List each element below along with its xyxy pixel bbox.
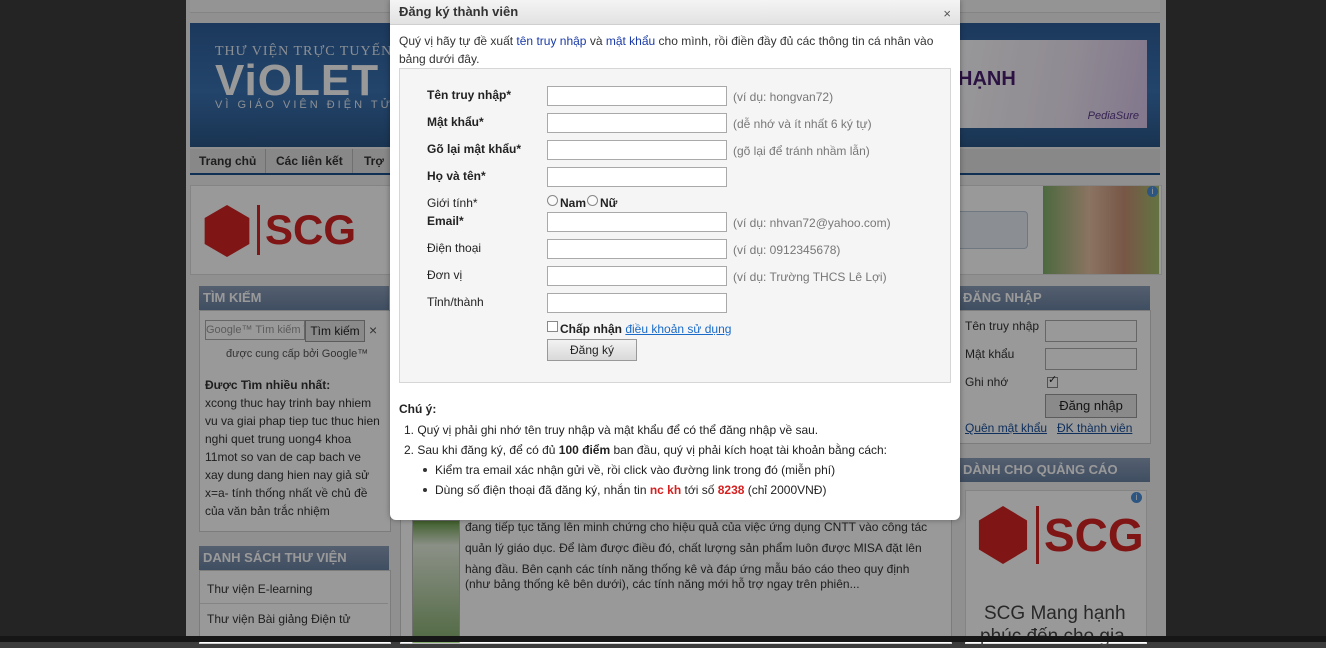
username-hint: (ví dụ: hongvan72) xyxy=(733,90,834,104)
password-hint: (dễ nhớ và ít nhất 6 ký tự) xyxy=(733,117,872,131)
dialog-intro: Quý vị hãy tự đề xuất tên truy nhập và m… xyxy=(399,32,949,68)
register-form: Tên truy nhập* (ví dụ: hongvan72) Mật kh… xyxy=(399,68,951,383)
password-field[interactable] xyxy=(547,113,727,133)
intro-text: Quý vị hãy tự đề xuất xyxy=(399,34,517,48)
sms-code: nc kh xyxy=(649,483,682,497)
notes-title: Chú ý: xyxy=(399,402,437,416)
gender-female-radio[interactable] xyxy=(587,195,598,206)
register-submit-button[interactable]: Đăng ký xyxy=(547,339,637,361)
fullname-field[interactable] xyxy=(547,167,727,187)
gender-female-label: Nữ xyxy=(600,196,618,210)
note-points: 100 điểm xyxy=(558,443,611,457)
username-field[interactable] xyxy=(547,86,727,106)
password-confirm-label: Gõ lại mật khẩu* xyxy=(427,142,522,156)
intro-text: và xyxy=(586,34,606,48)
note-sub-1: Kiểm tra email xác nhận gửi về, rồi clic… xyxy=(435,463,836,477)
agree-terms: Chấp nhận điều khoản sử dụng xyxy=(560,322,731,336)
username-label: Tên truy nhập* xyxy=(427,88,512,102)
username-link[interactable]: tên truy nhập xyxy=(516,34,586,48)
bullet-icon xyxy=(423,488,427,492)
unit-field[interactable] xyxy=(547,266,727,286)
note-item-2-text: ban đầu, quý vị phải kích hoạt tài khoản… xyxy=(610,443,888,457)
province-label: Tỉnh/thành xyxy=(427,295,484,309)
province-field[interactable] xyxy=(547,293,727,313)
sms-number: 8238 xyxy=(717,483,745,497)
fullname-label: Họ và tên* xyxy=(427,169,486,183)
intro-text: bảng dưới đây. xyxy=(399,52,480,66)
note-sub-2: Dùng số điện thoại đã đăng ký, nhắn tin … xyxy=(435,480,826,500)
note-sub-2-text: tới số xyxy=(681,483,718,497)
register-dialog: Đăng ký thành viên × Quý vị hãy tự đề xu… xyxy=(390,0,960,520)
bullet-icon xyxy=(423,468,427,472)
intro-text: cho mình, rồi điền đầy đủ các thông tin … xyxy=(655,34,934,48)
gender-male-radio[interactable] xyxy=(547,195,558,206)
note-item-2-text: 2. Sau khi đăng ký, để có đủ xyxy=(404,443,559,457)
password-label: Mật khẩu* xyxy=(427,115,484,129)
note-sub-2-text: Dùng số điện thoại đã đăng ký, nhắn tin xyxy=(435,483,650,497)
close-icon[interactable]: × xyxy=(943,6,951,21)
dialog-title-bar: Đăng ký thành viên × xyxy=(390,0,960,25)
note-item-2: 2. Sau khi đăng ký, để có đủ 100 điểm ba… xyxy=(404,440,887,460)
note-sub-2-text: (chỉ 2000VNĐ) xyxy=(744,483,827,497)
password-confirm-hint: (gõ lại để tránh nhầm lẫn) xyxy=(733,144,870,158)
dialog-title: Đăng ký thành viên xyxy=(399,4,519,19)
phone-label: Điện thoại xyxy=(427,241,482,255)
phone-hint: (ví dụ: 0912345678) xyxy=(733,243,841,257)
terms-link[interactable]: điều khoản sử dụng xyxy=(625,322,731,336)
password-link[interactable]: mật khẩu xyxy=(606,34,655,48)
password-confirm-field[interactable] xyxy=(547,140,727,160)
bottom-bar xyxy=(0,636,1326,642)
email-field[interactable] xyxy=(547,212,727,232)
agree-terms-text: Chấp nhận xyxy=(560,322,626,336)
note-item-1: 1. Quý vị phải ghi nhớ tên truy nhập và … xyxy=(404,423,819,437)
email-label: Email* xyxy=(427,214,464,228)
unit-label: Đơn vị xyxy=(427,268,463,282)
gender-male-label: Nam xyxy=(560,196,587,210)
gender-label: Giới tính* xyxy=(427,196,478,210)
agree-terms-checkbox[interactable] xyxy=(547,321,558,332)
unit-hint: (ví dụ: Trường THCS Lê Lợi) xyxy=(733,270,887,284)
email-hint: (ví dụ: nhvan72@yahoo.com) xyxy=(733,216,891,230)
phone-field[interactable] xyxy=(547,239,727,259)
